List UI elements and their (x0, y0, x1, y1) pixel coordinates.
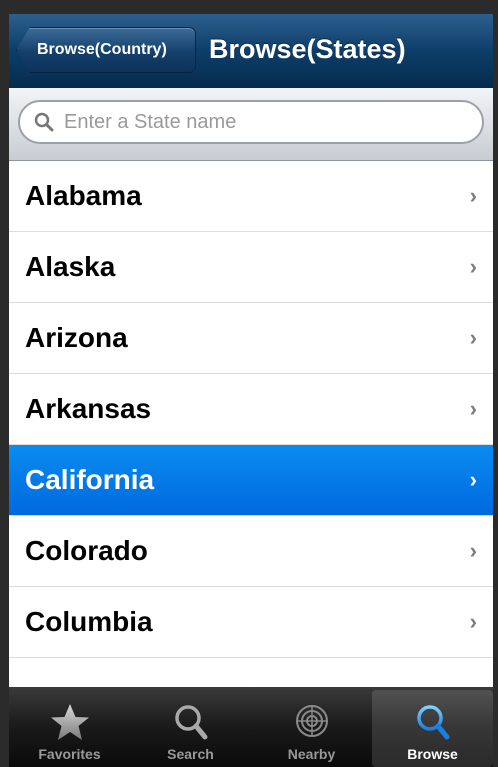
tab-browse[interactable]: Browse (372, 690, 493, 767)
chevron-right-icon: › (469, 467, 477, 492)
tab-label: Search (167, 746, 214, 762)
chevron-right-icon: › (469, 325, 477, 350)
star-icon (50, 704, 89, 740)
tab-label: Nearby (287, 746, 336, 762)
list-item-alaska[interactable]: Alaska › (9, 232, 493, 303)
list-item-label: California (25, 464, 155, 495)
list-item-label: Alaska (25, 251, 116, 282)
search-input[interactable] (62, 109, 446, 135)
search-field[interactable] (18, 100, 484, 144)
list-item-california[interactable]: California › (9, 445, 493, 516)
back-button[interactable]: Browse(Country) (16, 27, 196, 73)
tab-label: Browse (407, 746, 458, 762)
screen: Browse(Country) Browse(States) Alabama ›… (9, 14, 493, 767)
tab-favorites[interactable]: Favorites (9, 687, 130, 767)
magnifier-icon (416, 705, 449, 740)
chevron-right-icon: › (469, 396, 477, 421)
chevron-right-icon: › (469, 609, 477, 634)
tab-bar: Favorites Search Nearby Browse (9, 687, 493, 767)
tab-search[interactable]: Search (130, 687, 251, 767)
list-item-label: Alabama (25, 180, 142, 211)
list-item-alabama[interactable]: Alabama › (9, 161, 493, 232)
list-item-label: Arizona (25, 322, 128, 353)
search-bar (9, 88, 493, 161)
list-item-label: Columbia (25, 606, 153, 637)
chevron-right-icon: › (469, 254, 477, 279)
state-list: Alabama › Alaska › Arizona › Arkansas › … (9, 161, 493, 698)
list-item-label: Colorado (25, 535, 148, 566)
page-title: Browse(States) (209, 34, 406, 64)
chevron-right-icon: › (469, 538, 477, 563)
list-item-arizona[interactable]: Arizona › (9, 303, 493, 374)
list-item-columbia[interactable]: Columbia › (9, 587, 493, 658)
radar-icon (295, 705, 328, 737)
list-item-colorado[interactable]: Colorado › (9, 516, 493, 587)
list-item-label: Arkansas (25, 393, 152, 424)
search-icon (34, 112, 54, 132)
navigation-bar: Browse(Country) Browse(States) (9, 14, 493, 89)
back-button-label: Browse(Country) (37, 41, 167, 58)
tab-label: Favorites (38, 746, 101, 762)
magnifier-icon (174, 705, 207, 740)
tab-nearby[interactable]: Nearby (251, 687, 372, 767)
chevron-right-icon: › (469, 183, 477, 208)
list-item-arkansas[interactable]: Arkansas › (9, 374, 493, 445)
